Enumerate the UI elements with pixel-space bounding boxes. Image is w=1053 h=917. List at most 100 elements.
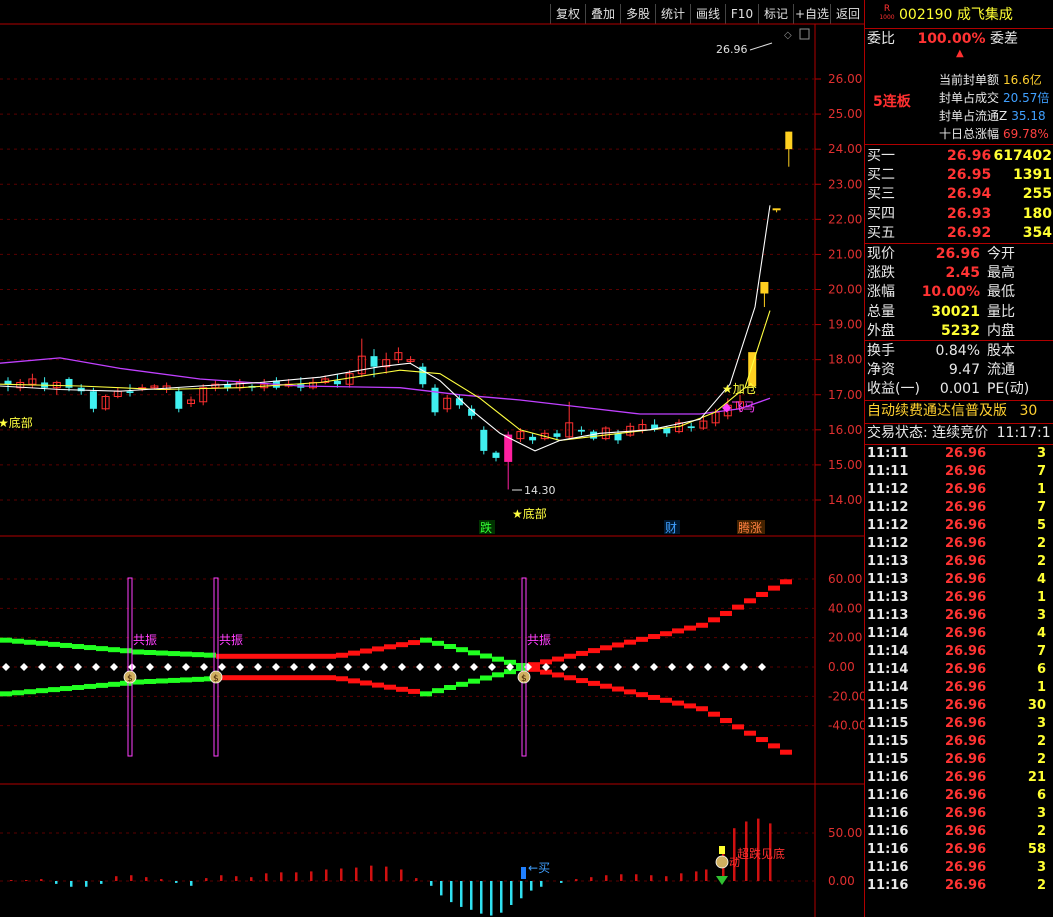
- ind1-lower-bar: [408, 688, 420, 694]
- quote-label: 总量: [867, 303, 895, 320]
- zero-diamond: [740, 663, 748, 671]
- ind1-lower-bar: [552, 672, 564, 678]
- tick-time: 11:16: [867, 824, 909, 839]
- quote-row: 外盘 5232 内盘: [867, 322, 1052, 341]
- candle-body: [663, 428, 671, 434]
- tick-volume: 7: [1036, 500, 1046, 515]
- ind1-lower-bar: [252, 675, 264, 681]
- ind1-upper-bar: [444, 644, 456, 650]
- ind1-lower-bar: [660, 697, 672, 703]
- tick-volume: 6: [1036, 788, 1046, 803]
- ind1-upper-bar: [0, 637, 12, 643]
- ind1-upper-bar: [312, 653, 324, 659]
- seal-label: 十日总涨幅: [939, 127, 1000, 141]
- ind1-lower-bar: [636, 692, 648, 698]
- tick-volume: 1: [1036, 680, 1046, 695]
- tick-row: 11:12 26.96 1: [867, 480, 1050, 499]
- candle-body: [480, 429, 488, 451]
- ind1-lower-bar: [564, 675, 576, 681]
- ind1-tick-label: 0.00: [828, 660, 855, 674]
- price-tick-label: 19.00: [828, 318, 862, 332]
- main-gridlines: [0, 78, 815, 501]
- candle-body: [65, 378, 73, 388]
- ind1-lower-bar: [36, 688, 48, 694]
- subscription-banner[interactable]: 自动续费通达信普及版 30: [867, 402, 1037, 421]
- ind1-lower-bar: [300, 675, 312, 681]
- bid-volume: 1391: [1013, 167, 1052, 184]
- ind1-upper-bar: [240, 653, 252, 659]
- tick-volume: 2: [1036, 752, 1046, 767]
- ind1-upper-bar: [228, 653, 240, 659]
- weicha-label: 委差: [989, 31, 1018, 47]
- ind2-bar: [680, 873, 683, 881]
- ind2-bar: [40, 879, 43, 881]
- bid-row: 买一 26.96 617402: [867, 147, 1052, 166]
- tick-price: 26.96: [945, 680, 987, 695]
- ind1-lower-bar: [612, 686, 624, 692]
- ind1-upper-bar: [144, 650, 156, 656]
- tick-row: 11:15 26.96 2: [867, 750, 1050, 769]
- ind1-lower-bar: [492, 672, 504, 678]
- tick-volume: 3: [1036, 860, 1046, 875]
- bid-volume: 180: [1022, 205, 1052, 222]
- ind1-upper-bar: [300, 653, 312, 659]
- seal-row: 十日总涨幅 69.78%: [939, 125, 1049, 144]
- ind2-bar: [430, 881, 433, 886]
- tick-volume: 1: [1036, 590, 1046, 605]
- tick-volume: 2: [1036, 734, 1046, 749]
- bid-row: 买四 26.93 180: [867, 205, 1052, 224]
- kline-chart[interactable]: 26.00 25.00 24.00 23.00 22.00 21.00 20.00 19.00…: [0, 0, 864, 917]
- tick-row: 11:15 26.96 30: [867, 696, 1050, 715]
- candle-body: [553, 433, 561, 437]
- panel-toggle-icon[interactable]: [799, 28, 810, 40]
- ind1-upper-bar: [756, 591, 768, 597]
- ind1-upper-bar: [60, 642, 72, 648]
- tick-price: 26.96: [945, 626, 987, 641]
- ind2-bar: [250, 877, 253, 881]
- tick-row: 11:13 26.96 4: [867, 570, 1050, 589]
- tick-row: 11:12 26.96 2: [867, 534, 1050, 553]
- ind2-bar: [520, 881, 523, 899]
- ind2-bar: [115, 876, 118, 881]
- ind1-lower-bar: [24, 689, 36, 695]
- ind2-bar: [490, 881, 493, 916]
- bid-price: 26.95: [947, 167, 992, 184]
- tick-price: 26.96: [945, 806, 987, 821]
- zero-diamond: [560, 663, 568, 671]
- money-symbol: $: [127, 674, 133, 684]
- trade-status: 交易状态: 连续竞价 11:17:1: [867, 424, 1051, 443]
- tick-time: 11:15: [867, 734, 909, 749]
- zero-diamond: [254, 663, 262, 671]
- ind1-lower-bar: [360, 680, 372, 686]
- tick-volume: 2: [1036, 536, 1046, 551]
- ind1-upper-bar: [24, 639, 36, 645]
- collapse-arrow-icon[interactable]: ▲: [956, 48, 964, 59]
- ind1-upper-bar: [264, 653, 276, 659]
- ind2-bar: [370, 865, 373, 881]
- tick-row: 11:13 26.96 1: [867, 588, 1050, 607]
- stat-value: 0.001: [939, 381, 980, 398]
- ind1-lower-bar: [96, 682, 108, 688]
- zero-diamond: [38, 663, 46, 671]
- zero-diamond: [92, 663, 100, 671]
- buy-signal-label: ←买: [528, 861, 550, 875]
- ind1-upper-bar: [348, 650, 360, 656]
- stock-name: 成飞集成: [956, 7, 1013, 23]
- tick-time: 11:15: [867, 716, 909, 731]
- ind1-upper-bar: [360, 648, 372, 654]
- tick-volume: 30: [1027, 698, 1046, 713]
- ind1-lower-bar: [60, 686, 72, 692]
- feima-signal: ◆飞马: [722, 400, 755, 414]
- event-tag-die: 跌: [480, 520, 492, 535]
- stat-label-2: 流通: [987, 362, 1015, 379]
- bid-label: 买三: [867, 186, 895, 203]
- ind2-bar: [70, 881, 73, 887]
- ind2-bar: [400, 869, 403, 881]
- ind1-lower-bar: [180, 677, 192, 683]
- zero-diamond: [20, 663, 28, 671]
- candle-body: [614, 433, 622, 441]
- indicator1-axis: 60.00 40.00 20.00 0.00 -20.00 -40.00: [828, 572, 864, 733]
- quote-label: 涨跌: [867, 265, 895, 282]
- tick-volume: 2: [1036, 554, 1046, 569]
- tick-row: 11:12 26.96 7: [867, 498, 1050, 517]
